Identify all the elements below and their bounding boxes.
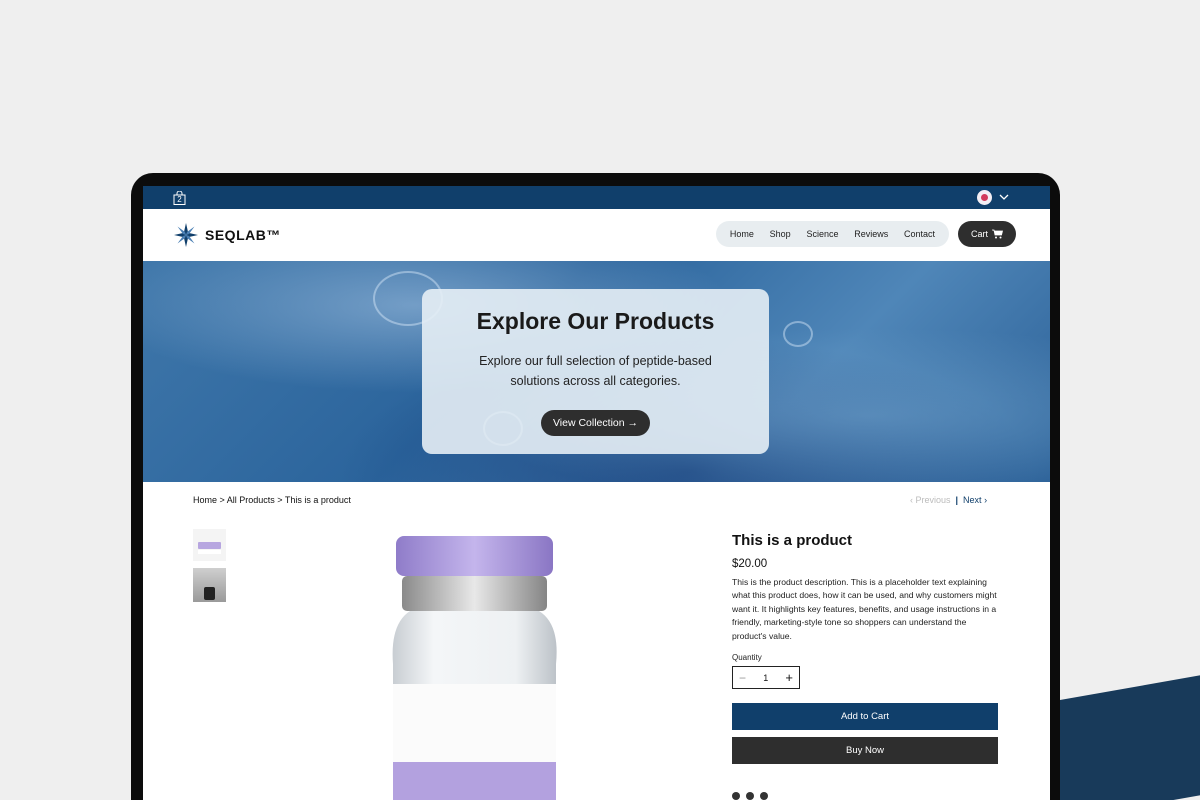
share-icon[interactable] [760, 792, 768, 800]
announcement-bar: 2 [143, 186, 1050, 209]
nav-item-science[interactable]: Science [806, 229, 838, 239]
decorative-bubble [783, 321, 813, 347]
quantity-value[interactable]: 1 [763, 673, 768, 683]
quantity-stepper: − 1 + [732, 666, 800, 690]
product-pager: ‹ Previous | Next › [910, 495, 987, 505]
add-to-cart-button[interactable]: Add to Cart [732, 703, 998, 731]
next-link[interactable]: Next › [963, 495, 987, 505]
logo-text: SEQLAB™ [205, 227, 281, 243]
hero-card: Explore Our Products Explore our full se… [422, 289, 769, 454]
buy-now-button[interactable]: Buy Now [732, 737, 998, 765]
thumbnail-vial[interactable] [193, 529, 226, 561]
main-nav: Home Shop Science Reviews Contact [716, 221, 949, 247]
logo[interactable]: SEQLAB™ [173, 222, 281, 248]
previous-label: Previous [915, 495, 951, 505]
share-icon[interactable] [732, 792, 740, 800]
nav-item-contact[interactable]: Contact [904, 229, 935, 239]
browser-screen: 2 SEQLAB™ Home Shop Science Reviews Cont… [143, 186, 1050, 800]
cart-icon [992, 229, 1003, 239]
quantity-decrement-button[interactable]: − [739, 671, 746, 685]
view-collection-button[interactable]: View Collection → [541, 410, 650, 436]
product-info: This is a product $20.00 This is the pro… [732, 532, 1002, 765]
background-shape [1060, 668, 1200, 800]
cart-button[interactable]: Cart [958, 221, 1016, 247]
product-image [392, 536, 557, 800]
flag-icon [977, 190, 992, 205]
share-icons [732, 792, 768, 800]
product-description: This is the product description. This is… [732, 577, 997, 641]
product-price: $20.00 [732, 558, 768, 570]
cart-label: Cart [970, 229, 988, 239]
next-label: Next [963, 495, 982, 505]
chevron-down-icon [999, 194, 1009, 200]
thumbnail-dark-vial [204, 587, 215, 600]
shopping-bag-icon[interactable]: 2 [173, 191, 186, 205]
nav-item-home[interactable]: Home [730, 229, 754, 239]
thumbnail-photo[interactable] [193, 568, 226, 602]
thumbnail-label [198, 550, 221, 554]
thumbnail-cap [198, 542, 221, 549]
previous-link[interactable]: ‹ Previous [910, 495, 951, 505]
nav-item-shop[interactable]: Shop [770, 229, 791, 239]
hero-banner: Explore Our Products Explore our full se… [143, 261, 1050, 482]
site-header: SEQLAB™ Home Shop Science Reviews Contac… [143, 209, 1050, 261]
quantity-label: Quantity [732, 653, 762, 663]
quantity-increment-button[interactable]: + [785, 670, 793, 685]
product-title: This is a product [732, 532, 853, 549]
hero-title: Explore Our Products [476, 308, 715, 334]
language-selector[interactable] [977, 190, 1011, 206]
breadcrumb[interactable]: Home > All Products > This is a product [193, 495, 351, 505]
bag-count: 2 [177, 195, 182, 204]
pager-separator: | [955, 495, 959, 505]
hero-description: Explore our full selection of peptide-ba… [479, 354, 712, 388]
star-molecule-icon [174, 223, 198, 247]
nav-item-reviews[interactable]: Reviews [854, 229, 888, 239]
share-icon[interactable] [746, 792, 754, 800]
